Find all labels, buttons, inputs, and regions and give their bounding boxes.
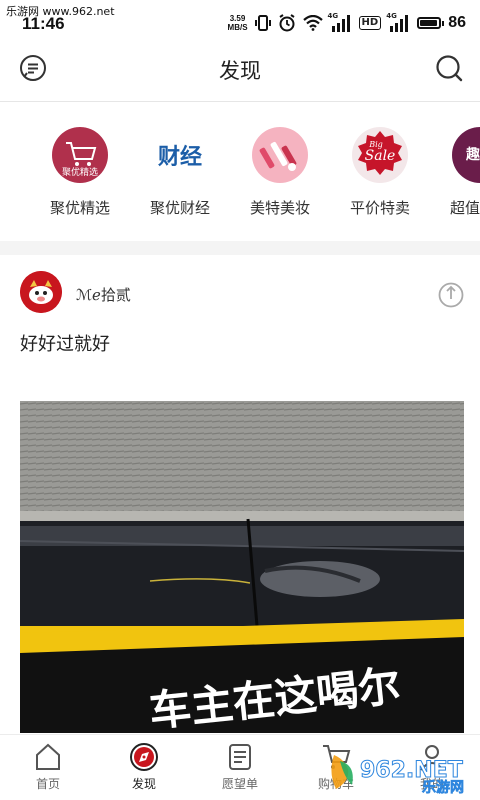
sale-icon: Big Sale — [352, 127, 408, 183]
alarm-icon — [278, 14, 295, 32]
vibrate-icon — [254, 15, 271, 31]
svg-text:乐游网: 乐游网 — [422, 779, 464, 795]
shopping-cart-icon: 聚优精选 — [52, 127, 108, 183]
signal-1-label: 4G — [327, 12, 339, 20]
search-icon[interactable] — [434, 53, 464, 83]
makeup-icon — [252, 127, 308, 183]
svg-text:聚优精选: 聚优精选 — [62, 166, 98, 178]
finance-icon-text: 财经 — [157, 145, 202, 170]
wishlist-icon — [229, 744, 251, 770]
category-strip: 聚优精选 聚优精选 财经 聚优财经 美特美妆 Big Sale 平价特卖 趣 超… — [0, 103, 480, 241]
discover-icon — [130, 743, 158, 771]
category-label: 聚优精选 — [49, 199, 110, 217]
signal-2-label: 4G — [386, 12, 397, 20]
page-title: 发现 — [219, 59, 261, 83]
nav-label: 愿望单 — [221, 777, 258, 791]
nav-wishlist[interactable]: 愿望单 — [192, 741, 288, 792]
avatar[interactable] — [20, 271, 62, 313]
network-speed-unit: MB/S — [227, 23, 248, 32]
nav-home[interactable]: 首页 — [0, 741, 96, 792]
network-speed: 3.59 MB/S — [228, 14, 248, 32]
svg-text:Sale: Sale — [365, 148, 396, 164]
post-header: ℳℯ拾贰 — [0, 260, 480, 320]
deal-icon: 趣团 — [452, 127, 480, 183]
deal-icon-text: 趣团 — [466, 147, 480, 163]
clock: 11:46 — [22, 14, 65, 33]
author-name[interactable]: ℳℯ拾贰 — [76, 284, 131, 305]
category-item[interactable]: 财经 聚优财经 — [130, 127, 230, 218]
category-item[interactable]: 趣团 超值 — [430, 127, 480, 218]
wifi-icon — [302, 15, 323, 31]
category-label: 超值 — [450, 199, 480, 217]
site-logo-watermark: 962.NET 乐游网 — [331, 755, 464, 795]
network-speed-value: 3.59 — [229, 14, 246, 23]
top-bar: 发现 — [0, 40, 480, 102]
nav-label: 首页 — [35, 777, 60, 791]
category-label: 美特美妆 — [249, 199, 310, 217]
bottom-nav: 首页 发现 愿望单 购物车 我的 — [0, 734, 480, 800]
status-bar: 乐游网 www.962.net 11:46 3.59 MB/S 4G HD 4G… — [0, 0, 480, 40]
category-item[interactable]: 美特美妆 — [230, 127, 330, 218]
battery-level: 86 — [448, 14, 466, 31]
category-label: 聚优财经 — [149, 199, 210, 217]
battery-icon — [417, 17, 442, 29]
post-image[interactable]: 车主在这喝尔 — [20, 401, 464, 733]
share-icon[interactable] — [438, 280, 464, 308]
signal-1: 4G — [327, 12, 352, 32]
signal-2: 4G — [386, 12, 410, 32]
nav-discover[interactable]: 发现 — [96, 741, 192, 792]
finance-icon: 财经 — [152, 127, 208, 183]
section-divider — [0, 241, 480, 255]
post-text: 好好过就好 — [20, 334, 110, 355]
category-item[interactable]: Big Sale 平价特卖 — [330, 127, 430, 218]
status-icons: 3.59 MB/S 4G HD 4G 86 — [228, 12, 466, 34]
home-icon — [36, 743, 60, 770]
category-item[interactable]: 聚优精选 聚优精选 — [30, 127, 130, 218]
category-label: 平价特卖 — [349, 199, 410, 217]
hd-badge: HD — [358, 16, 382, 30]
nav-label: 发现 — [131, 777, 156, 791]
battery: 86 — [417, 14, 466, 32]
